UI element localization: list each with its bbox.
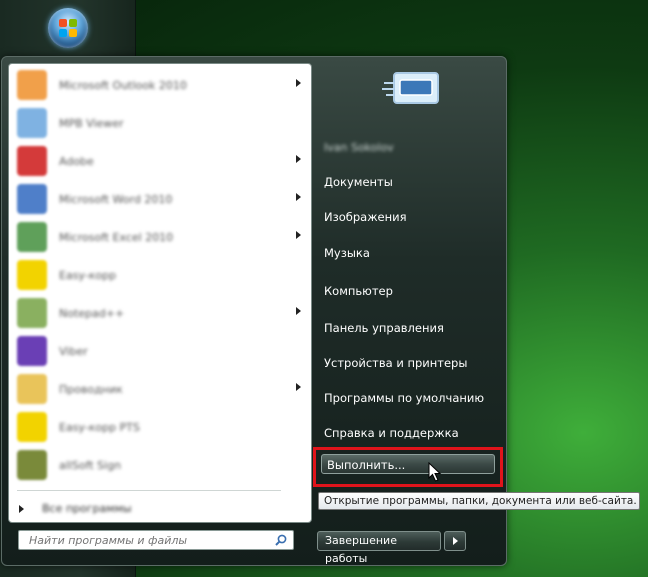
- excel-icon: [17, 222, 47, 252]
- search-input[interactable]: [19, 531, 275, 549]
- shutdown-button[interactable]: Завершение работы: [317, 531, 441, 565]
- start-button[interactable]: [48, 8, 88, 48]
- viber-icon: [17, 336, 47, 366]
- user-picture-icon[interactable]: [382, 69, 442, 117]
- program-label: Viber: [59, 344, 88, 358]
- outlook-icon: [17, 70, 47, 100]
- divider: [17, 490, 281, 491]
- menu-item-help-support[interactable]: Справка и поддержка: [324, 426, 459, 440]
- program-item[interactable]: MPB Viewer: [11, 104, 307, 142]
- program-item[interactable]: Notepad++: [11, 294, 307, 332]
- search-box[interactable]: [18, 530, 294, 550]
- program-item[interactable]: Easy-корр PTS: [11, 408, 307, 446]
- arrow-right-icon: [19, 504, 24, 513]
- menu-item-music[interactable]: Музыка: [324, 246, 370, 260]
- program-item[interactable]: Проводник: [11, 370, 307, 408]
- menu-item-control-panel[interactable]: Панель управления: [324, 321, 444, 335]
- program-list: Microsoft Outlook 2010 MPB Viewer Adobe Mic…: [11, 66, 307, 484]
- search-area: [8, 523, 312, 559]
- submenu-arrow-icon[interactable]: [296, 79, 301, 87]
- explorer-icon: [17, 374, 47, 404]
- program-label: Проводник: [59, 382, 123, 396]
- program-item[interactable]: allSoft Sign: [11, 446, 307, 484]
- viewer-icon: [17, 108, 47, 138]
- submenu-arrow-icon[interactable]: [296, 193, 301, 201]
- word-icon: [17, 184, 47, 214]
- menu-item-devices-printers[interactable]: Устройства и принтеры: [324, 356, 467, 370]
- submenu-arrow-icon[interactable]: [296, 231, 301, 239]
- program-label: Easy-корр: [59, 268, 117, 282]
- submenu-arrow-icon[interactable]: [296, 155, 301, 163]
- user-name[interactable]: Ivan Sokolov: [324, 141, 394, 154]
- menu-item-documents[interactable]: Документы: [324, 175, 393, 189]
- program-label: allSoft Sign: [59, 458, 122, 472]
- program-item[interactable]: Adobe: [11, 142, 307, 180]
- submenu-arrow-icon[interactable]: [296, 307, 301, 315]
- easy-icon: [17, 260, 47, 290]
- sign-icon: [17, 450, 47, 480]
- highlight-box: [313, 447, 503, 487]
- shutdown-options-button[interactable]: [444, 531, 466, 551]
- start-menu: Microsoft Outlook 2010 MPB Viewer Adobe Mic…: [1, 56, 507, 566]
- submenu-arrow-icon[interactable]: [296, 383, 301, 391]
- program-item[interactable]: Microsoft Word 2010: [11, 180, 307, 218]
- program-label: Adobe: [59, 154, 94, 168]
- program-label: MPB Viewer: [59, 116, 124, 130]
- notepad-icon: [17, 298, 47, 328]
- search-icon[interactable]: [275, 534, 287, 546]
- programs-pane: Microsoft Outlook 2010 MPB Viewer Adobe Mic…: [8, 63, 312, 523]
- mouse-cursor-icon: [428, 462, 442, 482]
- program-label: Microsoft Outlook 2010: [59, 78, 187, 92]
- tooltip: Открытие программы, папки, документа или…: [318, 492, 640, 510]
- program-item[interactable]: Easy-корр: [11, 256, 307, 294]
- menu-item-pictures[interactable]: Изображения: [324, 210, 407, 224]
- easy-pts-icon: [17, 412, 47, 442]
- program-item[interactable]: Microsoft Excel 2010: [11, 218, 307, 256]
- program-label: Easy-корр PTS: [59, 420, 140, 434]
- program-item[interactable]: Microsoft Outlook 2010: [11, 66, 307, 104]
- all-programs-button[interactable]: Все программы: [19, 502, 132, 515]
- all-programs-label: Все программы: [42, 502, 132, 515]
- menu-item-default-programs[interactable]: Программы по умолчанию: [324, 391, 484, 405]
- places-pane: Ivan Sokolov Документы Изображения Музыка К…: [316, 57, 506, 565]
- arrow-right-icon: [453, 537, 458, 545]
- program-label: Microsoft Word 2010: [59, 192, 173, 206]
- adobe-icon: [17, 146, 47, 176]
- program-item[interactable]: Viber: [11, 332, 307, 370]
- program-label: Notepad++: [59, 306, 125, 320]
- program-label: Microsoft Excel 2010: [59, 230, 174, 244]
- windows-logo-icon: [59, 19, 77, 37]
- menu-item-computer[interactable]: Компьютер: [324, 284, 393, 298]
